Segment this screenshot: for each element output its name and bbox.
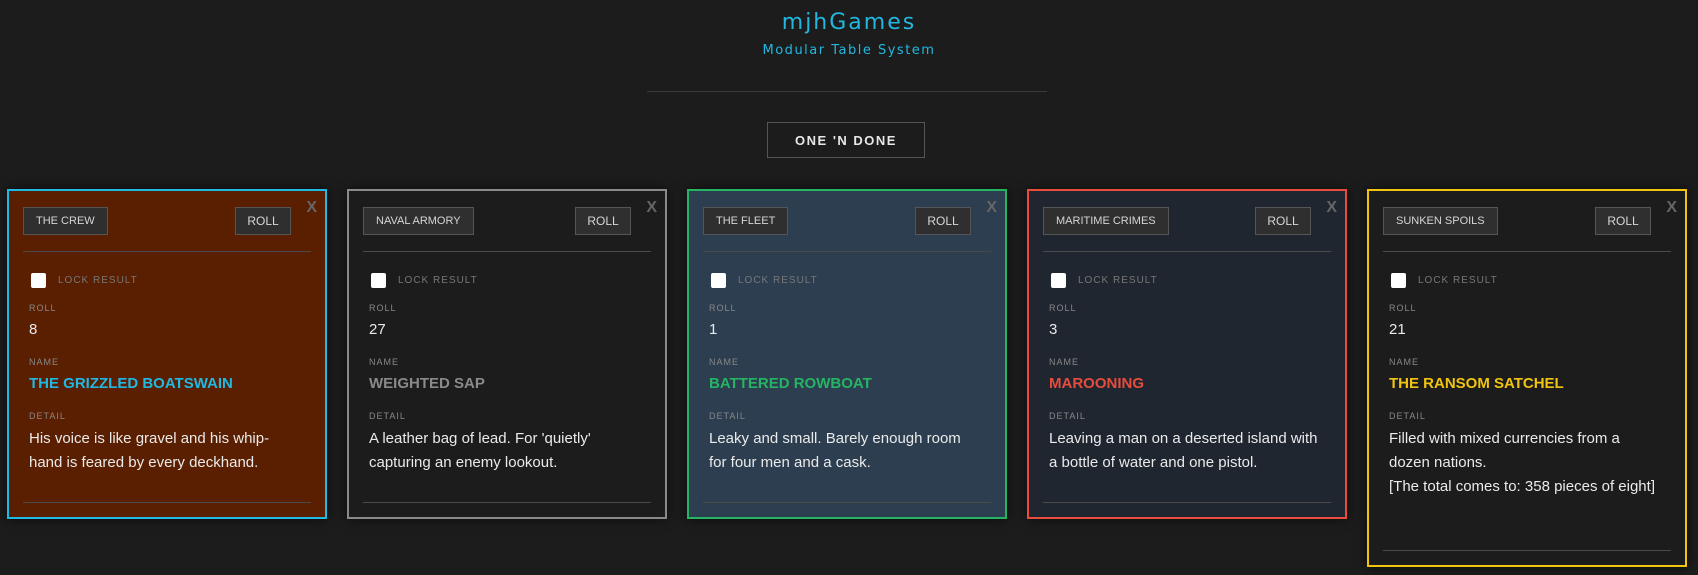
name-label: NAME (1389, 357, 1420, 367)
result-detail: A leather bag of lead. For 'quietly' cap… (369, 430, 591, 471)
roll-button[interactable]: ROLL (1595, 207, 1651, 235)
close-icon[interactable]: X (1326, 199, 1337, 217)
card-bottom-divider (703, 502, 991, 503)
result-name: BATTERED ROWBOAT (709, 375, 872, 392)
card-divider (1383, 251, 1671, 252)
one-n-done-button[interactable]: ONE 'N DONE (767, 122, 925, 158)
detail-label: DETAIL (1389, 411, 1426, 421)
roll-value: 27 (369, 321, 386, 338)
card-bottom-divider (1383, 550, 1671, 551)
roll-label: ROLL (1049, 303, 1077, 313)
result-name: THE RANSOM SATCHEL (1389, 375, 1564, 392)
lock-result-label: LOCK RESULT (398, 275, 478, 286)
table-select-button[interactable]: THE FLEET (703, 207, 789, 235)
card-bottom-divider (363, 502, 651, 503)
result-detail: Leaky and small. Barely enough room for … (709, 430, 961, 471)
name-label: NAME (29, 357, 60, 367)
result-name: MAROONING (1049, 375, 1144, 392)
close-icon[interactable]: X (306, 199, 317, 217)
roll-button[interactable]: ROLL (1255, 207, 1311, 235)
roll-label: ROLL (709, 303, 737, 313)
lock-result-label: LOCK RESULT (738, 275, 818, 286)
close-icon[interactable]: X (646, 199, 657, 217)
lock-result-checkbox[interactable] (1391, 273, 1406, 288)
table-select-button[interactable]: SUNKEN SPOILS (1383, 207, 1498, 235)
brand-title: mjhGames (781, 10, 917, 35)
name-label: NAME (369, 357, 400, 367)
lock-result-checkbox[interactable] (711, 273, 726, 288)
brand-subtitle: Modular Table System (762, 43, 936, 58)
result-detail: Leaving a man on a deserted island with … (1049, 430, 1318, 471)
table-card-sunken-spoils: SUNKEN SPOILS ROLL X LOCK RESULT ROLL 21… (1367, 189, 1687, 567)
card-divider (363, 251, 651, 252)
roll-label: ROLL (369, 303, 397, 313)
table-select-button[interactable]: THE CREW (23, 207, 108, 235)
roll-value: 8 (29, 321, 38, 338)
lock-result-row: LOCK RESULT (1391, 273, 1498, 288)
lock-result-checkbox[interactable] (31, 273, 46, 288)
result-name: THE GRIZZLED BOATSWAIN (29, 375, 233, 392)
card-bottom-divider (23, 502, 311, 503)
header-divider (647, 91, 1047, 92)
lock-result-label: LOCK RESULT (1078, 275, 1158, 286)
table-select-button[interactable]: MARITIME CRIMES (1043, 207, 1169, 235)
table-card-maritime-crimes: MARITIME CRIMES ROLL X LOCK RESULT ROLL … (1027, 189, 1347, 519)
roll-label: ROLL (29, 303, 57, 313)
table-card-the-fleet: THE FLEET ROLL X LOCK RESULT ROLL 1 NAME… (687, 189, 1007, 519)
lock-result-label: LOCK RESULT (58, 275, 138, 286)
roll-value: 3 (1049, 321, 1058, 338)
name-label: NAME (709, 357, 740, 367)
lock-result-checkbox[interactable] (371, 273, 386, 288)
table-card-naval-armory: NAVAL ARMORY ROLL X LOCK RESULT ROLL 27 … (347, 189, 667, 519)
table-select-button[interactable]: NAVAL ARMORY (363, 207, 474, 235)
lock-result-label: LOCK RESULT (1418, 275, 1498, 286)
lock-result-row: LOCK RESULT (371, 273, 478, 288)
detail-label: DETAIL (29, 411, 66, 421)
card-bottom-divider (1043, 502, 1331, 503)
lock-result-checkbox[interactable] (1051, 273, 1066, 288)
close-icon[interactable]: X (986, 199, 997, 217)
roll-button[interactable]: ROLL (235, 207, 291, 235)
close-icon[interactable]: X (1666, 199, 1677, 217)
card-divider (703, 251, 991, 252)
lock-result-row: LOCK RESULT (31, 273, 138, 288)
card-divider (23, 251, 311, 252)
result-detail: Filled with mixed currencies from a doze… (1389, 427, 1659, 499)
result-detail-extra: [The total comes to: 358 pieces of eight… (1389, 478, 1655, 495)
roll-value: 1 (709, 321, 718, 338)
lock-result-row: LOCK RESULT (711, 273, 818, 288)
lock-result-row: LOCK RESULT (1051, 273, 1158, 288)
roll-value: 21 (1389, 321, 1406, 338)
result-detail-text: Filled with mixed currencies from a doze… (1389, 430, 1620, 471)
roll-button[interactable]: ROLL (575, 207, 631, 235)
card-divider (1043, 251, 1331, 252)
detail-label: DETAIL (369, 411, 406, 421)
name-label: NAME (1049, 357, 1080, 367)
roll-button[interactable]: ROLL (915, 207, 971, 235)
roll-label: ROLL (1389, 303, 1417, 313)
result-detail: His voice is like gravel and his whip-ha… (29, 430, 270, 471)
table-card-the-crew: THE CREW ROLL X LOCK RESULT ROLL 8 NAME … (7, 189, 327, 519)
detail-label: DETAIL (709, 411, 746, 421)
detail-label: DETAIL (1049, 411, 1086, 421)
result-name: WEIGHTED SAP (369, 375, 485, 392)
